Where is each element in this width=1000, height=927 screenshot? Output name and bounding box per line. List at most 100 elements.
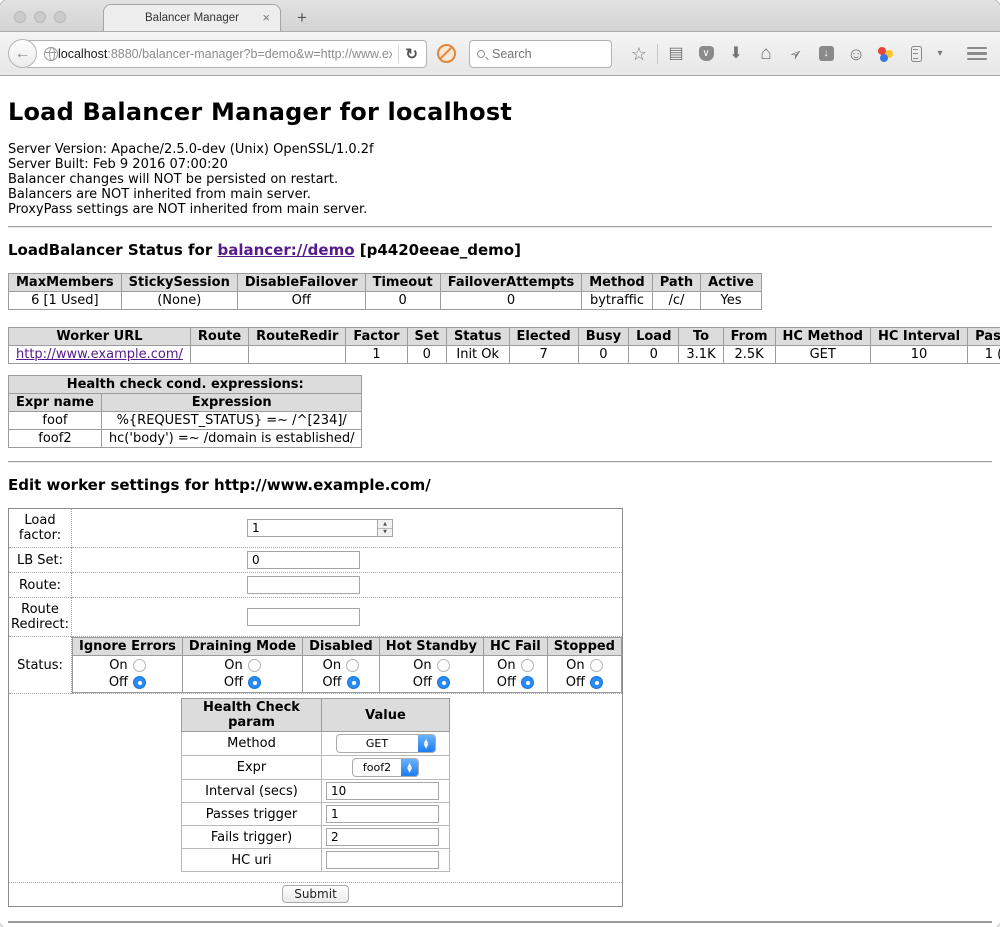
fails-input[interactable] <box>326 828 439 846</box>
extension-dots-icon[interactable] <box>877 45 895 63</box>
tab-close-icon[interactable]: × <box>262 10 270 25</box>
ignore-errors-on-radio[interactable] <box>133 659 146 672</box>
tab-balancer-manager[interactable]: Balancer Manager × <box>103 4 281 31</box>
col-header: Disabled <box>303 638 380 656</box>
route-input[interactable] <box>247 576 360 594</box>
table-header-row: Worker URL Route RouteRedir Factor Set S… <box>9 328 1000 346</box>
col-header: To <box>679 328 723 346</box>
load-factor-input[interactable] <box>247 519 377 537</box>
new-tab-button[interactable]: + <box>297 4 307 31</box>
col-header: Method <box>582 274 652 292</box>
col-header: Expression <box>101 394 362 412</box>
disabled-on-radio[interactable] <box>346 659 359 672</box>
page-title: Load Balancer Manager for localhost <box>8 76 992 126</box>
navigation-toolbar: ← localhost:8880/balancer-manager?b=demo… <box>0 32 1000 76</box>
search-bar[interactable] <box>469 40 612 68</box>
worker-url-link[interactable]: http://www.example.com/ <box>16 347 183 362</box>
stopped-on-radio[interactable] <box>590 659 603 672</box>
form-row-lb-set: LB Set: <box>9 548 623 573</box>
lb-set-input[interactable] <box>247 551 360 569</box>
menu-hamburger-icon[interactable] <box>967 47 987 61</box>
table-cell: 2.5K <box>723 346 775 364</box>
save-page-icon[interactable]: ↓ <box>817 45 835 63</box>
pocket-icon[interactable]: ∨ <box>697 45 715 63</box>
hc-fail-on-radio[interactable] <box>521 659 534 672</box>
window-controls[interactable] <box>14 11 66 23</box>
tab-bar: Balancer Manager × + <box>0 0 1000 32</box>
table-cell: 3.1K <box>679 346 723 364</box>
table-cell: 1 (0) <box>968 346 1000 364</box>
server-info: Server Version: Apache/2.5.0-dev (Unix) … <box>8 142 992 217</box>
url-bar[interactable]: localhost:8880/balancer-manager?b=demo&w… <box>25 40 427 68</box>
off-label: Off <box>413 675 432 690</box>
ignore-errors-off-radio[interactable] <box>133 676 146 689</box>
stopped-off-radio[interactable] <box>590 676 603 689</box>
status-cell-stopped: On Off <box>547 656 621 693</box>
draining-mode-on-radio[interactable] <box>248 659 261 672</box>
expr-name-cell: foof <box>9 412 102 430</box>
home-icon[interactable]: ⌂ <box>757 45 775 63</box>
chevron-down-icon[interactable]: ▾ <box>931 45 949 63</box>
bookmark-star-icon[interactable]: ☆ <box>630 45 648 63</box>
hc-row-interval: Interval (secs) <box>182 780 450 803</box>
search-input[interactable] <box>492 47 592 61</box>
expr-cell: %{REQUEST_STATUS} =~ /^[234]/ <box>101 412 362 430</box>
server-version: Server Version: Apache/2.5.0-dev (Unix) … <box>8 142 992 157</box>
content-blocked-icon[interactable] <box>437 44 456 63</box>
reading-list-icon[interactable]: ▤ <box>667 45 685 63</box>
status-label: Status: <box>9 637 72 694</box>
table-row: foof2 hc('body') =~ /domain is establish… <box>9 430 362 448</box>
hc-uri-input[interactable] <box>326 851 439 869</box>
url-host: localhost <box>58 47 107 61</box>
downloads-icon[interactable]: ⬇ <box>727 45 745 63</box>
col-header: Value <box>322 699 450 732</box>
container-tab-icon[interactable] <box>907 45 925 63</box>
status-table: Ignore Errors Draining Mode Disabled Hot… <box>72 637 622 693</box>
expr-select[interactable]: foof2▲▼ <box>352 758 419 777</box>
on-label: On <box>323 658 341 673</box>
col-header: Health Check param <box>182 699 322 732</box>
edit-worker-form: Load factor: ▲▼ LB Set: Route: Route Red… <box>8 508 623 907</box>
status-cell-ignore-errors: On Off <box>73 656 183 693</box>
number-spinner-icon[interactable]: ▲▼ <box>377 519 393 537</box>
col-header: Stopped <box>547 638 621 656</box>
interval-label: Interval (secs) <box>182 780 322 803</box>
minimize-window-button[interactable] <box>34 11 46 23</box>
reload-icon[interactable]: ↻ <box>405 45 422 63</box>
disabled-off-radio[interactable] <box>347 676 360 689</box>
submit-button[interactable]: Submit <box>282 885 349 903</box>
passes-input[interactable] <box>326 805 439 823</box>
feedback-smiley-icon[interactable]: ☺ <box>847 45 865 63</box>
expr-cell: hc('body') =~ /domain is established/ <box>101 430 362 448</box>
expr-label: Expr <box>182 756 322 780</box>
send-tab-icon[interactable]: ➢ <box>783 41 808 66</box>
form-row-route: Route: <box>9 573 623 598</box>
col-header: HC Fail <box>484 638 548 656</box>
balancer-demo-link[interactable]: balancer://demo <box>217 241 354 259</box>
status-cell-disabled: On Off <box>303 656 380 693</box>
col-header: Draining Mode <box>182 638 302 656</box>
back-button[interactable]: ← <box>8 39 37 68</box>
close-window-button[interactable] <box>14 11 26 23</box>
table-cell: 10 <box>870 346 967 364</box>
method-select[interactable]: GET▲▼ <box>336 734 436 753</box>
col-header: Hot Standby <box>379 638 483 656</box>
interval-input[interactable] <box>326 782 439 800</box>
on-label: On <box>109 658 127 673</box>
table-cell: GET <box>775 346 870 364</box>
route-redirect-input[interactable] <box>247 608 360 626</box>
zoom-window-button[interactable] <box>54 11 66 23</box>
form-row-health-check: Health Check param Value Method GET▲▼ Ex… <box>9 694 623 883</box>
loadbalancer-status-heading: LoadBalancer Status for balancer://demo … <box>8 241 992 259</box>
on-label: On <box>224 658 242 673</box>
load-factor-stepper[interactable]: ▲▼ <box>247 519 393 537</box>
select-stepper-icon: ▲▼ <box>418 735 435 752</box>
hot-standby-on-radio[interactable] <box>437 659 450 672</box>
table-header-row: Expr name Expression <box>9 394 362 412</box>
url-divider <box>398 45 399 63</box>
hc-fail-off-radio[interactable] <box>521 676 534 689</box>
draining-mode-off-radio[interactable] <box>248 676 261 689</box>
health-check-table: Health Check param Value Method GET▲▼ Ex… <box>181 698 450 872</box>
col-header: Worker URL <box>9 328 191 346</box>
hot-standby-off-radio[interactable] <box>437 676 450 689</box>
